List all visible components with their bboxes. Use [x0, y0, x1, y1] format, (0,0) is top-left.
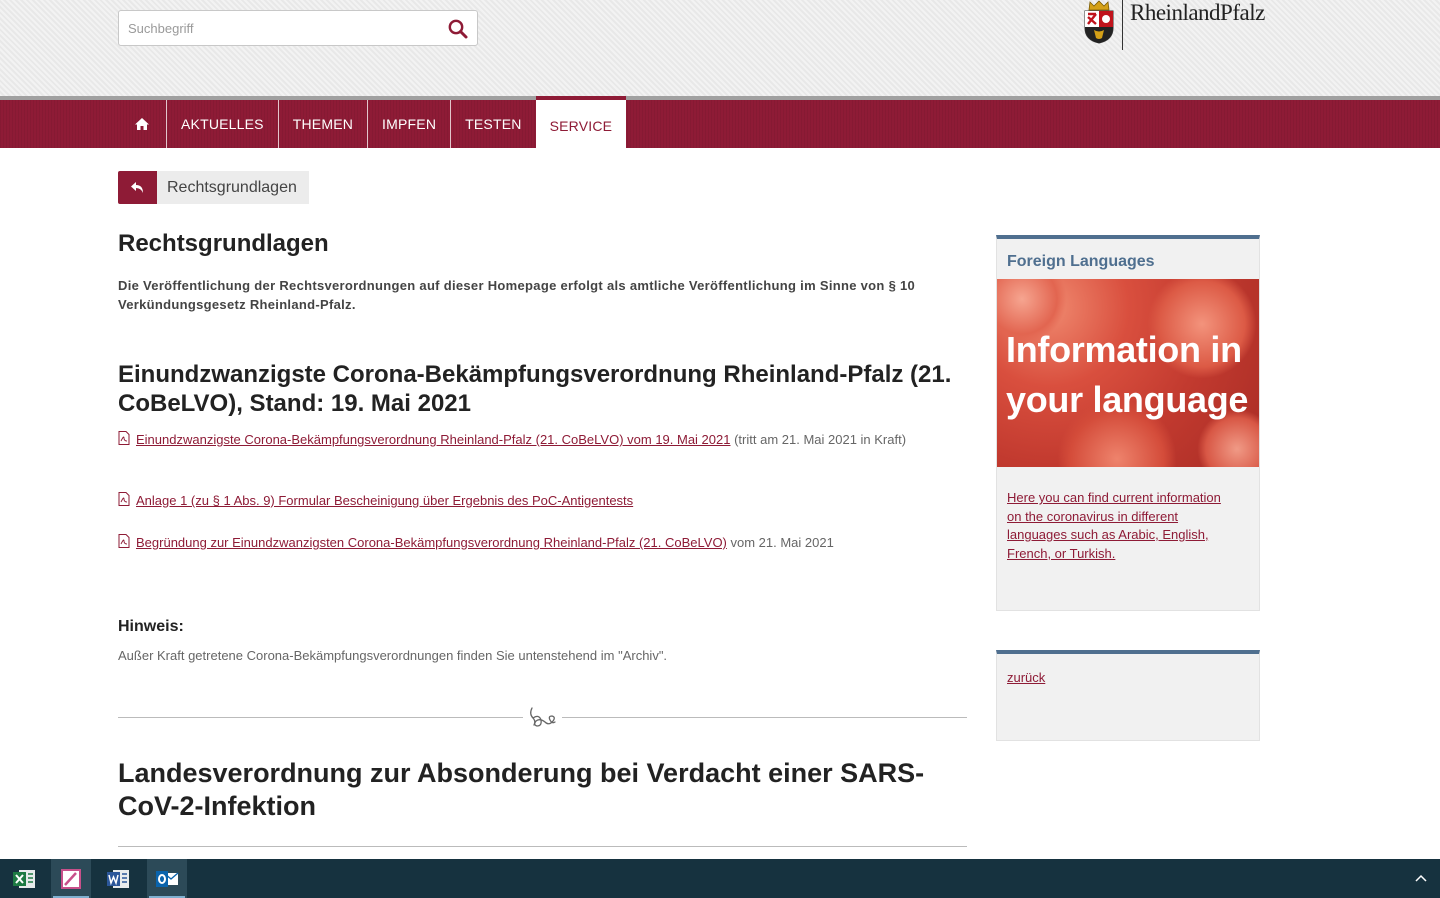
nav-testen[interactable]: TESTEN: [450, 100, 535, 148]
document-link[interactable]: Einundzwanzigste Corona-Bekämpfungsveror…: [136, 432, 730, 447]
back-arrow-icon: [130, 181, 143, 193]
page-title: Rechtsgrundlagen: [118, 230, 329, 257]
document-note: vom 21. Mai 2021: [726, 535, 834, 550]
site-header: RheinlandPfalz: [0, 0, 1440, 96]
ornament-icon: [530, 707, 556, 727]
document-link[interactable]: Anlage 1 (zu § 1 Abs. 9) Formular Besche…: [136, 493, 633, 508]
foreign-languages-link[interactable]: Here you can find current information on…: [1007, 490, 1221, 561]
rlp-logo[interactable]: RheinlandPfalz: [1082, 0, 1265, 52]
nav-themen[interactable]: THEMEN: [277, 100, 367, 148]
hinweis-text: Außer Kraft getretene Corona-Bekämpfungs…: [118, 648, 668, 663]
outlook-icon[interactable]: [147, 859, 187, 898]
chevron-up-icon[interactable]: [1412, 869, 1430, 887]
nav-home[interactable]: [118, 100, 166, 148]
document-item: Anlage 1 (zu § 1 Abs. 9) Formular Besche…: [118, 491, 967, 510]
excel-icon[interactable]: [4, 859, 44, 898]
nav-service[interactable]: SERVICE: [535, 96, 627, 148]
zurueck-link[interactable]: zurück: [1007, 670, 1045, 685]
document-item: Einundzwanzigste Corona-Bekämpfungsveror…: [118, 430, 967, 449]
back-box: zurück: [996, 650, 1260, 741]
word-icon[interactable]: [98, 859, 138, 898]
search-input[interactable]: [119, 11, 429, 45]
information-image[interactable]: Information in your language: [997, 279, 1259, 467]
breadcrumb-label: Rechtsgrundlagen: [157, 171, 309, 204]
coat-of-arms-icon: [1084, 0, 1114, 44]
section-divider: [118, 846, 967, 847]
foreign-languages-box: Foreign Languages Information in your la…: [996, 235, 1260, 611]
main-nav: AKTUELLES THEMEN IMPFEN TESTEN SERVICE: [0, 96, 1440, 148]
foreign-languages-title: Foreign Languages: [1007, 253, 1155, 270]
intro-text: Die Veröffentlichung der Rechtsverordnun…: [118, 278, 916, 312]
nav-impfen[interactable]: IMPFEN: [367, 100, 450, 148]
information-image-text: Information in your language: [1006, 329, 1249, 420]
logo-divider: [1122, 0, 1123, 50]
paint-icon[interactable]: [51, 859, 91, 898]
search-box: [118, 10, 478, 46]
pdf-icon: [118, 492, 130, 506]
document-item: Begründung zur Einundzwanzigsten Corona-…: [118, 533, 967, 552]
home-icon: [135, 118, 149, 130]
section-title-cobelvo: Einundzwanzigste Corona-Bekämpfungsveror…: [118, 361, 952, 417]
back-button[interactable]: [118, 171, 157, 204]
document-note: (tritt am 21. Mai 2021 in Kraft): [730, 432, 907, 447]
section-title-absonderung: Landesverordnung zur Absonderung bei Ver…: [118, 758, 925, 821]
document-link[interactable]: Begründung zur Einundzwanzigsten Corona-…: [136, 535, 727, 550]
nav-aktuelles[interactable]: AKTUELLES: [166, 100, 278, 148]
hinweis-heading: Hinweis:: [118, 618, 184, 635]
pdf-icon: [118, 431, 130, 445]
breadcrumb: Rechtsgrundlagen: [118, 171, 309, 204]
taskbar: [0, 859, 1440, 898]
foreign-languages-link-wrap: Here you can find current information on…: [1007, 489, 1227, 563]
pdf-icon: [118, 534, 130, 548]
ornament-divider: [118, 702, 967, 732]
search-icon[interactable]: [447, 18, 469, 40]
logo-text: RheinlandPfalz: [1130, 0, 1265, 25]
